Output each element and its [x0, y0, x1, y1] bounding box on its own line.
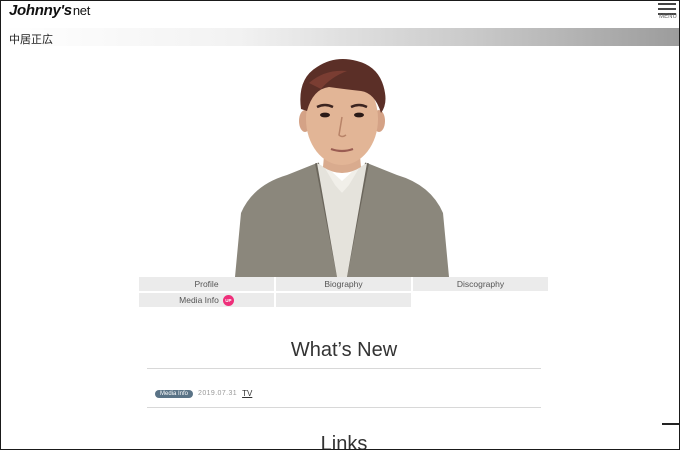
nav-media-info-label: Media Info	[179, 295, 219, 305]
divider	[147, 368, 541, 369]
artist-nav: Profile Biography Discography Media Info…	[139, 277, 549, 309]
news-category-badge: Media Info	[155, 389, 194, 398]
browser-frame: Johnny'snet MENU 中居正広 Profile Biography …	[0, 0, 680, 450]
update-badge: UP	[222, 294, 234, 306]
nav-profile-label: Profile	[194, 279, 219, 289]
artist-name: 中居正広	[9, 33, 53, 46]
menu-label: MENU	[659, 14, 677, 20]
logo-text: Johnny's	[9, 2, 72, 19]
links-title: Links	[320, 433, 368, 450]
artist-name-bar: 中居正広	[1, 28, 679, 46]
nav-discography[interactable]: Discography	[413, 277, 548, 291]
page-top-marker[interactable]	[662, 423, 679, 425]
site-logo[interactable]: Johnny'snet	[9, 2, 90, 19]
nav-media-info[interactable]: Media Info UP	[139, 293, 274, 307]
divider	[147, 407, 541, 408]
logo-suffix: net	[72, 3, 91, 18]
nav-empty-cell	[276, 293, 411, 307]
news-date: 2019.07.31	[198, 390, 238, 397]
nav-profile[interactable]: Profile	[139, 277, 274, 291]
news-link[interactable]: TV	[242, 389, 252, 398]
top-bar: Johnny'snet MENU	[1, 1, 679, 26]
news-item: Media Info 2019.07.31 TV	[155, 389, 252, 398]
nav-biography-label: Biography	[324, 279, 363, 289]
artist-portrait	[235, 59, 449, 277]
menu-button[interactable]: MENU	[657, 3, 679, 23]
nav-discography-label: Discography	[456, 279, 505, 289]
whats-new-title: What’s New	[290, 339, 398, 361]
nav-biography[interactable]: Biography	[276, 277, 411, 291]
